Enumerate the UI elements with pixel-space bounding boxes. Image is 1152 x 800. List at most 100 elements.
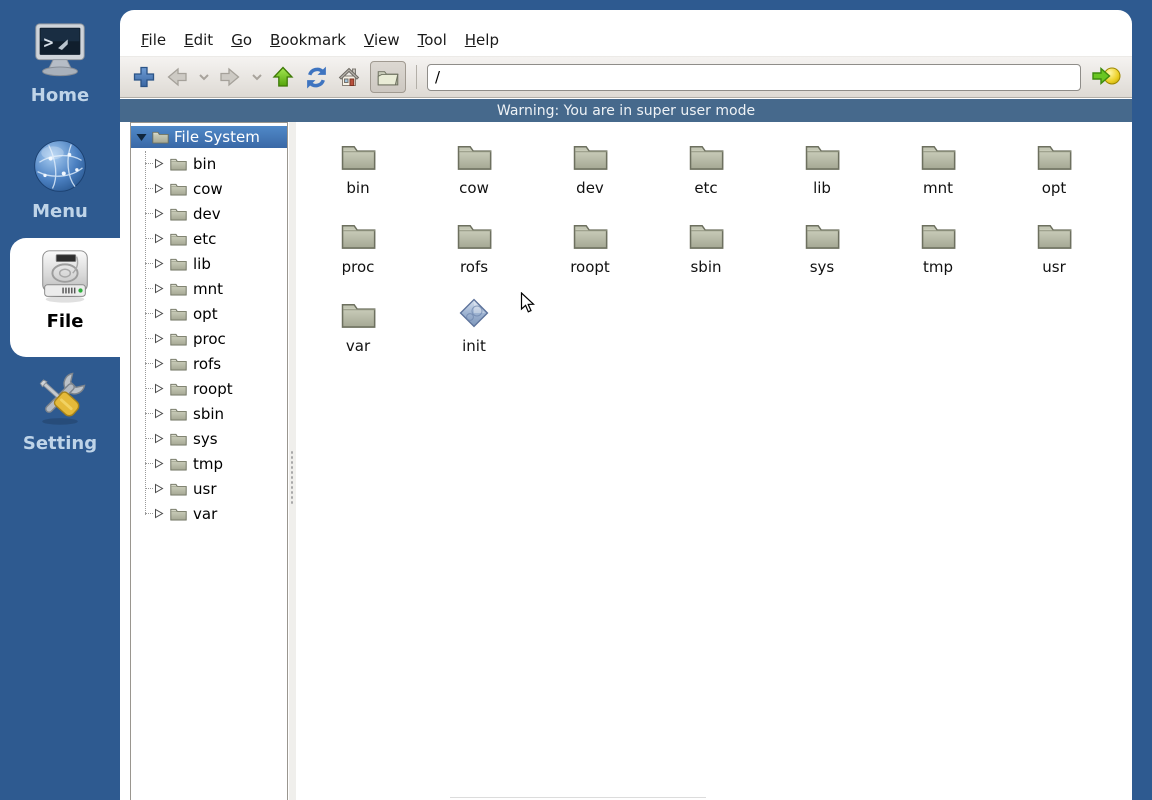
expander-collapsed-icon[interactable] [154,458,164,469]
file-item[interactable]: rofs [416,213,532,292]
side-pane-toggle-button[interactable] [370,61,406,93]
folder-contents-view[interactable]: bin cow dev etc lib mnt opt proc rofs ro… [296,122,1132,800]
tree-item[interactable]: proc [131,326,287,351]
tree-item-label: opt [193,304,218,323]
menu-help[interactable]: Help [456,26,508,54]
refresh-button[interactable] [302,63,330,91]
file-item-label: sys [809,258,835,276]
folder-icon [170,233,187,246]
expander-collapsed-icon[interactable] [154,483,164,494]
sidebar-item-file[interactable]: File [10,246,120,332]
file-item-label: bin [346,179,370,197]
menu-view[interactable]: View [355,26,409,54]
menu-tool[interactable]: Tool [409,26,456,54]
tree-item[interactable]: dev [131,201,287,226]
tree-item[interactable]: var [131,501,287,526]
expander-collapsed-icon[interactable] [154,433,164,444]
superuser-warning-bar: Warning: You are in super user mode [120,99,1132,122]
tree-item[interactable]: opt [131,301,287,326]
expander-collapsed-icon[interactable] [154,333,164,344]
tree-item[interactable]: sbin [131,401,287,426]
file-item-label: usr [1042,258,1066,276]
menu-bookmark[interactable]: Bookmark [261,26,355,54]
expander-collapsed-icon[interactable] [154,233,164,244]
file-item[interactable]: opt [996,134,1112,213]
folder-icon [170,483,187,496]
tree-item[interactable]: sys [131,426,287,451]
file-item[interactable]: sbin [648,213,764,292]
file-item[interactable]: mnt [880,134,996,213]
go-up-button[interactable] [269,63,297,91]
file-item[interactable]: tmp [880,213,996,292]
file-item-label: sbin [690,258,722,276]
folder-icon [170,408,187,421]
tree-item[interactable]: mnt [131,276,287,301]
go-home-button[interactable] [335,63,363,91]
expander-expanded-icon[interactable] [136,133,147,142]
back-button[interactable] [163,63,191,91]
folder-icon [805,146,839,170]
jump-to-button[interactable] [1090,62,1122,92]
file-item[interactable]: lib [764,134,880,213]
tree-item[interactable]: etc [131,226,287,251]
menu-file[interactable]: File [132,26,175,54]
expander-collapsed-icon[interactable] [154,508,164,519]
file-item[interactable]: usr [996,213,1112,292]
file-item[interactable]: cow [416,134,532,213]
folder-icon [457,225,491,249]
tree-item[interactable]: lib [131,251,287,276]
tree-item[interactable]: rofs [131,351,287,376]
tree-item[interactable]: bin [131,151,287,176]
file-item[interactable]: roopt [532,213,648,292]
folder-icon [457,146,491,170]
tree-item-label: cow [193,179,223,198]
file-item[interactable]: sys [764,213,880,292]
forward-button[interactable] [216,63,244,91]
expander-collapsed-icon[interactable] [154,208,164,219]
tree-item[interactable]: tmp [131,451,287,476]
new-tab-button[interactable] [130,63,158,91]
path-input[interactable] [427,63,1081,91]
file-item-label: init [462,337,486,355]
globe-icon [28,136,92,196]
pane-splitter[interactable] [289,122,296,800]
folder-icon [1037,225,1071,249]
tree-item[interactable]: roopt [131,376,287,401]
executable-diamond-icon [459,298,489,328]
forward-history-chevron-icon[interactable] [249,63,264,91]
file-item[interactable]: bin [300,134,416,213]
file-item[interactable]: var [300,292,416,371]
menu-go[interactable]: Go [222,26,261,54]
expander-collapsed-icon[interactable] [154,383,164,394]
file-item-label: tmp [922,258,953,276]
directory-tree-pane[interactable]: File System bin cow dev etc lib mnt opt … [130,122,288,800]
tree-item-file-system[interactable]: File System [131,126,287,148]
file-item[interactable]: init [416,292,532,371]
expander-collapsed-icon[interactable] [154,358,164,369]
file-item[interactable]: proc [300,213,416,292]
sidebar-item-menu[interactable]: Menu [0,136,120,222]
folder-icon [170,458,187,471]
file-item[interactable]: dev [532,134,648,213]
sidebar-item-home[interactable]: > Home [0,20,120,106]
tree-item[interactable]: usr [131,476,287,501]
tree-item-label: var [193,504,218,523]
file-item[interactable]: etc [648,134,764,213]
back-history-chevron-icon[interactable] [196,63,211,91]
expander-collapsed-icon[interactable] [154,258,164,269]
folder-icon [170,333,187,346]
sidebar-item-setting[interactable]: Setting [0,368,120,454]
tree-item-label: bin [193,154,217,173]
expander-collapsed-icon[interactable] [154,158,164,169]
tree-item[interactable]: cow [131,176,287,201]
expander-collapsed-icon[interactable] [154,283,164,294]
expander-collapsed-icon[interactable] [154,408,164,419]
tree-item-label: etc [193,229,217,248]
file-item-label: roopt [570,258,610,276]
splitter-grip-icon[interactable] [290,450,295,506]
expander-collapsed-icon[interactable] [154,308,164,319]
folder-icon [170,283,187,296]
folder-icon [152,131,169,144]
menu-edit[interactable]: Edit [175,26,222,54]
expander-collapsed-icon[interactable] [154,183,164,194]
